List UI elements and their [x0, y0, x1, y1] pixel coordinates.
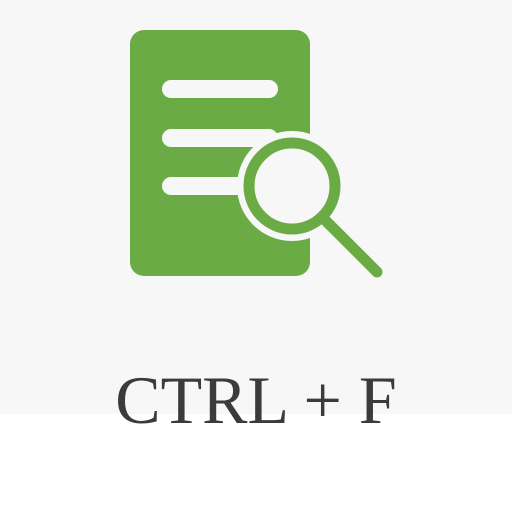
magnifier-handle	[317, 212, 383, 278]
shortcut-caption: CTRL + F	[115, 362, 397, 438]
icon-panel	[0, 0, 512, 414]
document-line-1	[162, 80, 278, 98]
document-search-icon	[0, 0, 512, 320]
